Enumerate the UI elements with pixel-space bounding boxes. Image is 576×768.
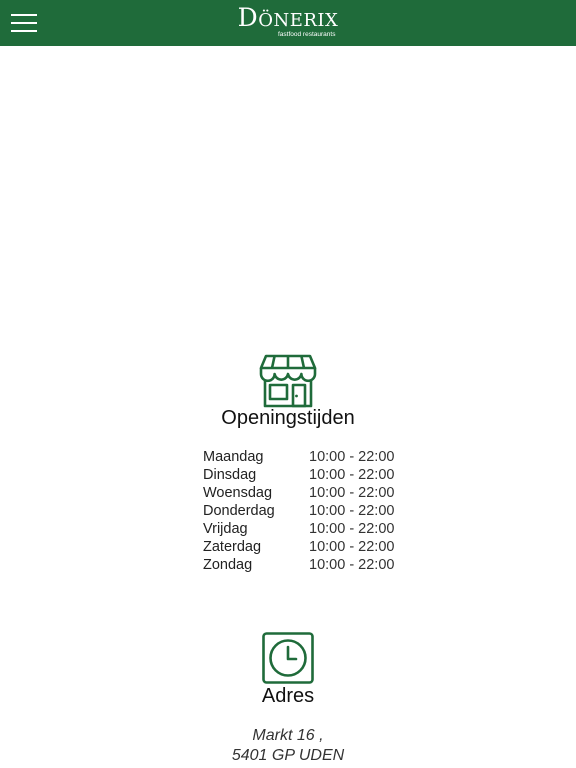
address-title: Adres — [261, 685, 315, 707]
hamburger-menu-icon[interactable] — [11, 12, 37, 34]
menu-line — [11, 14, 37, 16]
menu-line — [11, 22, 37, 24]
hours-day: Maandag — [203, 449, 264, 465]
hours-time: 10:00 - 22:00 — [309, 467, 395, 483]
brand-name: Dönerix — [237, 3, 339, 32]
hours-time: 10:00 - 22:00 — [309, 539, 395, 555]
hours-row: Dinsdag 10:00 - 22:00 — [203, 466, 403, 484]
opening-hours-title: Openingstijden — [221, 407, 355, 429]
address-line-2: 5401 GP UDEN — [231, 747, 345, 764]
clock-icon — [262, 632, 314, 684]
hours-time: 10:00 - 22:00 — [309, 449, 395, 465]
hours-day: Woensdag — [203, 485, 273, 501]
hours-day: Zaterdag — [203, 539, 262, 555]
hours-day: Dinsdag — [203, 467, 257, 483]
storefront-icon — [259, 354, 317, 408]
hours-day: Vrijdag — [203, 521, 248, 537]
hours-day: Donderdag — [203, 503, 275, 519]
hours-row: Zaterdag 10:00 - 22:00 — [203, 538, 403, 556]
hours-day: Zondag — [203, 557, 253, 573]
menu-line — [11, 30, 37, 32]
hours-row: Vrijdag 10:00 - 22:00 — [203, 520, 403, 538]
hours-time: 10:00 - 22:00 — [309, 557, 395, 573]
brand-logo[interactable]: Dönerix fastfood restaurants — [222, 4, 354, 42]
top-bar: Dönerix fastfood restaurants — [0, 0, 576, 46]
hours-time: 10:00 - 22:00 — [309, 485, 395, 501]
brand-tagline: fastfood restaurants — [278, 31, 336, 38]
address-line-1: Markt 16 , — [252, 727, 324, 744]
hours-row: Maandag 10:00 - 22:00 — [203, 448, 403, 466]
hours-time: 10:00 - 22:00 — [309, 503, 395, 519]
hours-row: Donderdag 10:00 - 22:00 — [203, 502, 403, 520]
hours-row: Zondag 10:00 - 22:00 — [203, 556, 403, 574]
hours-time: 10:00 - 22:00 — [309, 521, 395, 537]
hours-row: Woensdag 10:00 - 22:00 — [203, 484, 403, 502]
